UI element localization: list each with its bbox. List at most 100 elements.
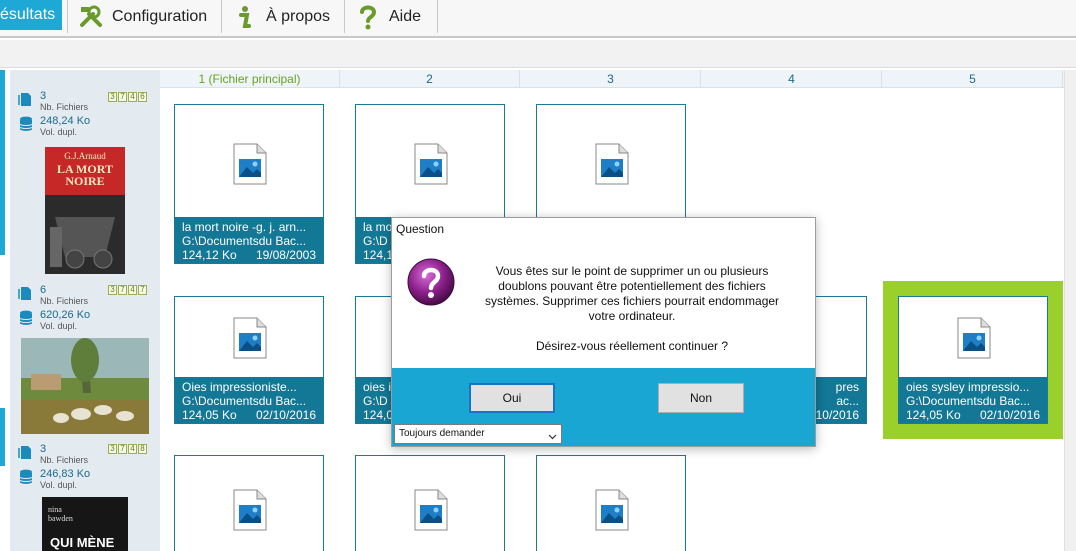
file-size: 124,1	[363, 248, 394, 262]
badge: 4	[128, 444, 137, 454]
toolbar-separator	[67, 0, 68, 33]
about-button[interactable]: À propos	[232, 0, 330, 33]
files-icon	[18, 285, 34, 301]
files-icon	[18, 444, 34, 460]
column-5-header: 5	[883, 70, 1063, 88]
duplicate-volume: 620,26 Ko	[40, 309, 91, 321]
group-thumbnail[interactable]: G.J.Arnaud LA MORT NOIRE	[45, 147, 125, 274]
file-count: 3	[40, 90, 47, 102]
column-3-header: 3	[521, 70, 701, 88]
toolbar-separator	[437, 0, 438, 33]
dialog-question-text: Désirez-vous réellement continuer ?	[535, 339, 729, 353]
files-icon	[18, 91, 34, 107]
yes-button[interactable]: Oui	[469, 383, 555, 413]
group-badges: 3 7 4 8	[108, 444, 147, 454]
file-count-label: Nb. Fichiers	[40, 102, 89, 112]
badge: 8	[138, 444, 147, 454]
dialog-message: Vous êtes sur le point de supprimer un o…	[482, 264, 782, 354]
file-card-selected[interactable]: oies sysley impressio... G:\Documentsdu …	[898, 296, 1048, 424]
dialog-warning-text: Vous êtes sur le point de supprimer un o…	[484, 264, 780, 323]
cover-author: G.J.Arnaud	[64, 151, 106, 161]
info-icon	[232, 4, 258, 30]
file-count: 3	[40, 443, 47, 455]
database-icon	[18, 116, 34, 132]
duplicate-volume-label: Vol. dupl.	[40, 321, 78, 331]
toolbar-strip	[0, 40, 1076, 68]
file-name: Oies impressioniste...	[182, 380, 297, 394]
image-file-icon	[233, 143, 267, 185]
group-badges: 3 7 4 7	[108, 285, 147, 295]
confirmation-mode-value: Toujours demander	[399, 428, 485, 439]
file-size: 124,05 Ko	[182, 408, 237, 422]
file-path: G:\Documentsdu Bac...	[906, 394, 1031, 408]
badge: 4	[128, 92, 137, 102]
badge: 3	[108, 285, 117, 295]
file-card[interactable]	[355, 455, 505, 551]
image-file-icon	[595, 489, 629, 531]
badge: 7	[118, 444, 127, 454]
file-count-label: Nb. Fichiers	[40, 296, 89, 306]
about-label: À propos	[266, 7, 331, 25]
configuration-label: Configuration	[112, 7, 208, 25]
badge: 4	[128, 285, 137, 295]
dialog-footer: Oui Non Toujours demander	[392, 368, 815, 446]
toolbar-separator	[344, 0, 345, 33]
file-path: G:\Documentsdu Bac...	[182, 234, 307, 248]
no-button[interactable]: Non	[658, 383, 744, 413]
file-size: 124,05 Ko	[906, 408, 961, 422]
badge: 6	[138, 92, 147, 102]
badge: 7	[138, 285, 147, 295]
results-tab[interactable]: ésultats	[0, 0, 62, 30]
file-card[interactable]	[174, 455, 324, 551]
image-file-icon	[233, 317, 267, 359]
file-card-info: Oies impressioniste... G:\Documentsdu Ba…	[175, 377, 323, 423]
group-thumbnail[interactable]: nina bawden QUI MÈNE	[42, 497, 128, 551]
file-name: la mort noire -g. j. arn...	[182, 220, 307, 234]
file-count: 6	[40, 284, 47, 296]
file-name: oies sysley impressio...	[906, 380, 1030, 394]
confirmation-mode-select[interactable]: Toujours demander	[394, 424, 562, 444]
group-thumbnail[interactable]	[21, 338, 149, 434]
vertical-scrollbar[interactable]	[1064, 70, 1076, 551]
file-count-label: Nb. Fichiers	[40, 455, 89, 465]
column-1-header: 1 (Fichier principal)	[160, 70, 340, 88]
image-file-icon	[957, 317, 991, 359]
column-header: 1 (Fichier principal) 2 3 4 5	[160, 70, 1064, 88]
question-icon	[355, 4, 381, 30]
file-card[interactable]: la mort noire -g. j. arn... G:\Documents…	[174, 104, 324, 264]
file-card[interactable]	[536, 455, 686, 551]
file-card-info: oies sysley impressio... G:\Documentsdu …	[899, 377, 1047, 423]
duplicate-volume-label: Vol. dupl.	[40, 127, 78, 137]
image-file-icon	[595, 143, 629, 185]
group-marker	[0, 408, 5, 466]
column-4-header: 4	[702, 70, 882, 88]
file-size: 124,0	[363, 408, 394, 422]
file-card[interactable]: Oies impressioniste... G:\Documentsdu Ba…	[174, 296, 324, 424]
group-marker	[0, 70, 5, 255]
cover-author: nina bawden	[48, 505, 73, 523]
duplicate-volume: 246,83 Ko	[40, 468, 91, 480]
dialog-title: Question	[396, 222, 445, 236]
help-button[interactable]: Aide	[355, 0, 421, 33]
toolbar: ésultats Configuration À propos Aide	[0, 0, 1076, 38]
file-card-info: la mort noire -g. j. arn... G:\Documents…	[175, 217, 323, 263]
group-badges: 3 7 4 6	[108, 92, 147, 102]
duplicate-volume-label: Vol. dupl.	[40, 480, 78, 490]
badge: 3	[108, 92, 117, 102]
database-icon	[18, 310, 34, 326]
badge: 3	[108, 444, 117, 454]
badge: 7	[118, 92, 127, 102]
cover-title: QUI MÈNE	[50, 535, 115, 550]
image-file-icon	[233, 489, 267, 531]
file-date: 02/10/2016	[979, 408, 1040, 422]
cover-title: LA MORT NOIRE	[57, 162, 113, 188]
tools-icon	[78, 4, 104, 30]
duplicate-volume: 248,24 Ko	[40, 115, 91, 127]
help-label: Aide	[389, 7, 422, 25]
configuration-button[interactable]: Configuration	[78, 0, 207, 33]
image-file-icon	[414, 489, 448, 531]
file-date: 02/10/2016	[255, 408, 316, 422]
database-icon	[18, 469, 34, 485]
image-file-icon	[414, 143, 448, 185]
chevron-down-icon	[548, 430, 557, 440]
